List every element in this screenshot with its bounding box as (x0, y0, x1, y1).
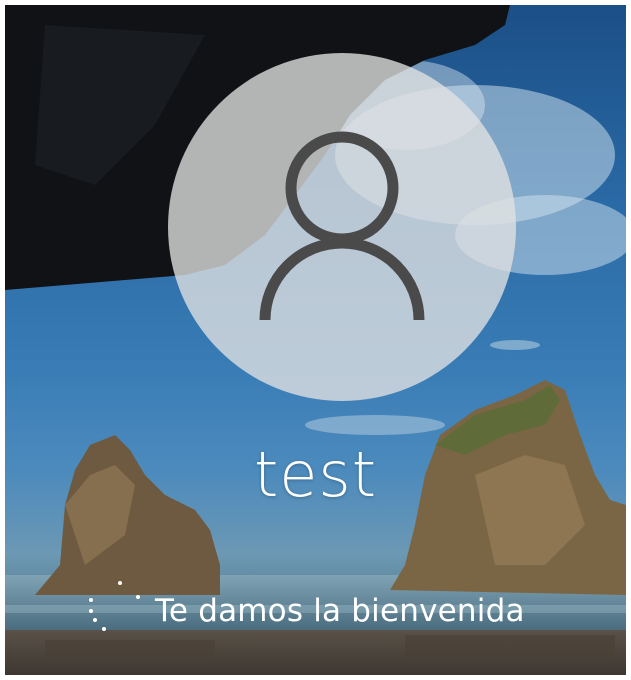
welcome-status: Te damos la bienvenida (81, 581, 525, 641)
welcome-message: Te damos la bienvenida (155, 593, 525, 629)
lock-screen: test Te damos la bienvenida (5, 5, 626, 675)
user-silhouette-icon (259, 131, 425, 321)
loading-dots-icon (81, 581, 151, 641)
user-avatar (168, 53, 516, 401)
username: test (253, 438, 378, 511)
